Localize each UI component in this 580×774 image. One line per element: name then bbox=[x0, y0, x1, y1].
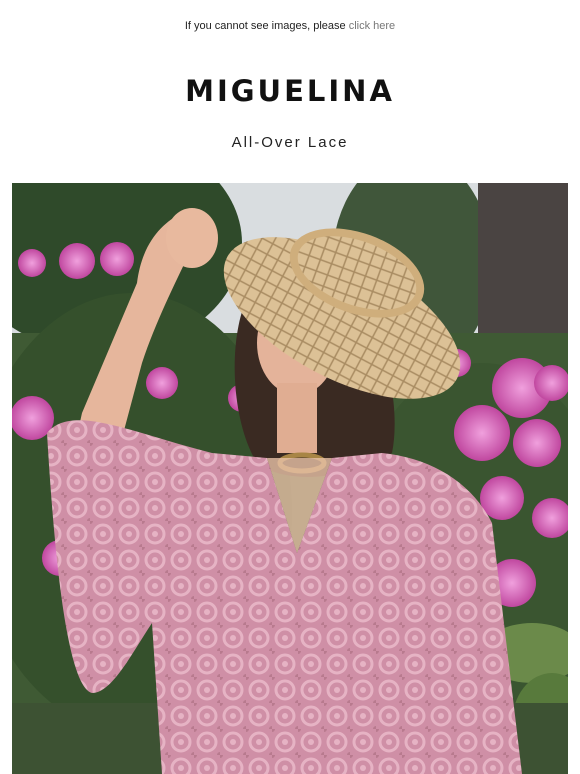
campaign-subtitle: All-Over Lace bbox=[231, 134, 349, 151]
view-in-browser-link[interactable]: click here bbox=[349, 20, 395, 32]
hero-photo-icon bbox=[12, 183, 568, 774]
preheader: If you cannot see images, please click h… bbox=[0, 20, 580, 32]
hero-image[interactable] bbox=[12, 183, 568, 774]
preheader-text: If you cannot see images, please bbox=[184, 20, 346, 32]
brand-logo[interactable]: MIGUELINA bbox=[0, 74, 580, 108]
